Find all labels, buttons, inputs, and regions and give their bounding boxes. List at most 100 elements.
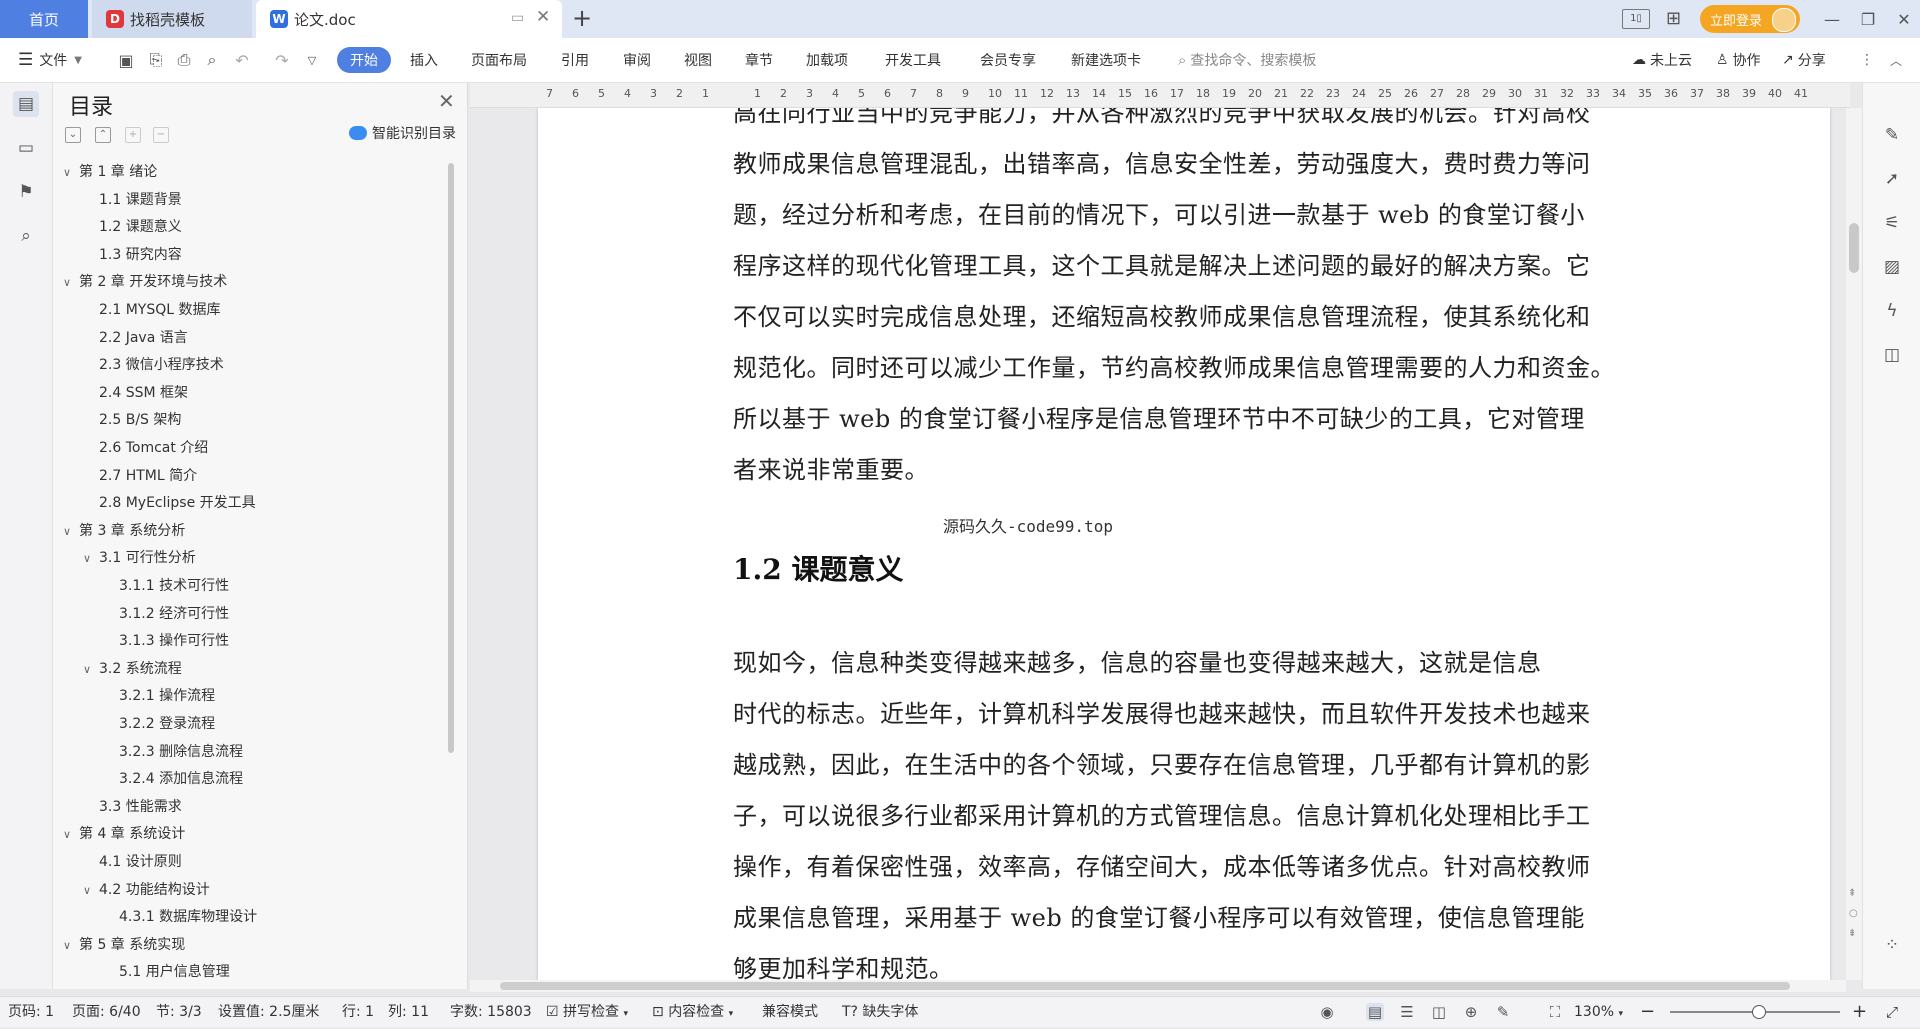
web-view-icon[interactable]: ⊕: [1462, 1003, 1480, 1021]
apps-grid-icon[interactable]: ⊞: [1666, 8, 1681, 29]
zoom-in-icon[interactable]: +: [1852, 997, 1867, 1027]
export-pdf-icon[interactable]: ⎘: [146, 50, 166, 70]
chevron-down-icon[interactable]: ∨: [63, 824, 79, 846]
toc-item[interactable]: ∨ 第 4 章 系统设计: [63, 823, 185, 845]
spell-check-button[interactable]: ☑ 拼写检查 ▾: [546, 997, 628, 1027]
horizontal-scrollbar[interactable]: [470, 980, 1846, 992]
find-icon[interactable]: ⌕: [13, 223, 39, 249]
zoom-slider-knob[interactable]: [1752, 1005, 1766, 1019]
image-tools-icon[interactable]: ▨: [1880, 255, 1904, 279]
toc-item[interactable]: 2.8 MyEclipse 开发工具: [99, 492, 256, 514]
toc-item[interactable]: 2.7 HTML 简介: [99, 465, 197, 487]
toc-item[interactable]: ∨ 3.2 系统流程: [83, 658, 182, 680]
redo-icon[interactable]: ↷: [272, 50, 292, 70]
cloud-status[interactable]: ☁ 未上云: [1632, 38, 1692, 82]
missing-font-button[interactable]: T? 缺失字体: [842, 997, 918, 1027]
smart-toc-button[interactable]: 智能识别目录: [349, 123, 456, 143]
print-icon[interactable]: ⎙: [174, 50, 194, 70]
chevron-down-icon[interactable]: ∨: [83, 659, 99, 681]
toc-item[interactable]: 1.3 研究内容: [99, 244, 182, 266]
toc-item[interactable]: 2.4 SSM 框架: [99, 382, 188, 404]
toc-item[interactable]: 3.2.1 操作流程: [119, 685, 215, 707]
more-icon[interactable]: ⋮: [1860, 38, 1874, 82]
content-check-button[interactable]: ⊡ 内容检查 ▾: [652, 997, 733, 1027]
eye-protection-icon[interactable]: ◉: [1318, 1003, 1336, 1021]
tab-member[interactable]: 会员专享: [980, 38, 1036, 82]
status-words[interactable]: 字数: 15803: [450, 997, 532, 1027]
reading-view-icon[interactable]: ◫: [1430, 1003, 1448, 1021]
compat-mode[interactable]: 兼容模式: [762, 997, 818, 1027]
tab-templates[interactable]: D 找稻壳模板: [92, 0, 252, 38]
collab-button[interactable]: ♙ 协作: [1716, 38, 1761, 82]
toc-item[interactable]: ∨ 第 2 章 开发环境与技术: [63, 271, 227, 293]
section-nav-icon[interactable]: ▭: [13, 135, 39, 161]
chevron-down-icon[interactable]: ∨: [63, 162, 79, 184]
new-tab-icon[interactable]: +: [572, 4, 592, 32]
close-icon[interactable]: ✕: [438, 89, 455, 113]
toc-item[interactable]: 3.2.4 添加信息流程: [119, 768, 243, 790]
write-mode-icon[interactable]: ✎: [1494, 1003, 1512, 1021]
chevron-down-icon[interactable]: ∨: [63, 935, 79, 957]
tab-view[interactable]: 视图: [684, 38, 712, 82]
page-view-icon[interactable]: ▤: [1366, 1003, 1384, 1021]
tab-page-layout[interactable]: 页面布局: [471, 38, 527, 82]
horizontal-ruler[interactable]: 7 6 5 4 3 2 1 1 2 3 4 5 6 7 8 9 10 11 12 13 14 15 16 17 18 19 20 21…: [470, 83, 1850, 108]
bookmark-icon[interactable]: ⚑: [13, 179, 39, 205]
fit-page-icon[interactable]: ⛶: [1546, 1003, 1564, 1021]
toc-item[interactable]: 4.3.1 数据库物理设计: [119, 906, 257, 928]
expand-all-icon[interactable]: ⌃: [95, 127, 111, 143]
settings-dots-icon[interactable]: ⁘: [1880, 933, 1904, 957]
collapse-ribbon-icon[interactable]: ︿: [1890, 38, 1902, 82]
toc-item[interactable]: 2.1 MYSQL 数据库: [99, 299, 221, 321]
status-page-num[interactable]: 页码: 1: [8, 997, 54, 1027]
toc-item[interactable]: 2.6 Tomcat 介绍: [99, 437, 208, 459]
zoom-level[interactable]: 130% ▾: [1574, 997, 1623, 1027]
tab-review[interactable]: 审阅: [623, 38, 651, 82]
chevron-down-icon[interactable]: ∨: [83, 880, 99, 902]
chevron-down-icon[interactable]: ∨: [63, 521, 79, 543]
toc-item[interactable]: 5.1 用户信息管理: [119, 961, 230, 983]
lightning-icon[interactable]: ϟ: [1880, 299, 1904, 323]
toc-item[interactable]: 4.1 设计原则: [99, 851, 182, 873]
login-button[interactable]: 立即登录: [1700, 5, 1800, 33]
toc-item[interactable]: 3.1.1 技术可行性: [119, 575, 229, 597]
scroll-down-page-icon[interactable]: ⇟: [1848, 928, 1856, 939]
window-mode-icon[interactable]: ▭: [511, 10, 524, 26]
adjust-icon[interactable]: ⚟: [1880, 211, 1904, 235]
toc-item[interactable]: 2.2 Java 语言: [99, 327, 188, 349]
print-preview-icon[interactable]: ⌕: [202, 50, 222, 70]
add-heading-icon[interactable]: +: [125, 127, 141, 143]
toc-item[interactable]: 3.3 性能需求: [99, 796, 182, 818]
layout-icon[interactable]: 1▯: [1622, 9, 1650, 29]
outline-view-icon[interactable]: ☰: [1398, 1003, 1416, 1021]
tab-chapter[interactable]: 章节: [745, 38, 773, 82]
toc-item[interactable]: 3.2.3 删除信息流程: [119, 741, 243, 763]
pen-icon[interactable]: ✎: [1880, 123, 1904, 147]
toc-item[interactable]: ∨ 第 1 章 绪论: [63, 161, 157, 183]
select-browse-icon[interactable]: ○: [1849, 908, 1858, 919]
file-menu[interactable]: ☰ 文件 ▼: [18, 38, 82, 82]
toc-item[interactable]: 3.1.3 操作可行性: [119, 630, 229, 652]
tab-home[interactable]: 首页: [0, 0, 88, 38]
toc-item[interactable]: ∨ 第 3 章 系统分析: [63, 520, 185, 542]
tab-start[interactable]: 开始: [337, 47, 391, 73]
chevron-down-icon[interactable]: ∨: [63, 272, 79, 294]
remove-heading-icon[interactable]: −: [153, 127, 169, 143]
book-icon[interactable]: ◫: [1880, 343, 1904, 367]
toc-item[interactable]: 3.1.2 经济可行性: [119, 603, 229, 625]
close-window-icon[interactable]: ✕: [1884, 0, 1920, 38]
toc-scrollbar[interactable]: [448, 163, 454, 753]
document-page[interactable]: 高在同行业当中的竞争能力，并从各种激烈的竞争中获取发展的机会。针对高校 教师成果信…: [538, 108, 1830, 980]
toc-item[interactable]: ∨ 3.1 可行性分析: [83, 547, 196, 569]
restore-icon[interactable]: ❐: [1848, 0, 1888, 38]
tab-document[interactable]: W 论文.doc ▭ ✕: [256, 0, 562, 38]
collapse-all-icon[interactable]: ⌄: [65, 127, 81, 143]
tab-addins[interactable]: 加载项: [806, 38, 848, 82]
tab-references[interactable]: 引用: [561, 38, 589, 82]
tab-developer[interactable]: 开发工具: [885, 38, 941, 82]
save-icon[interactable]: ▣: [116, 50, 136, 70]
minimize-icon[interactable]: —: [1812, 0, 1852, 38]
status-page[interactable]: 页面: 6/40: [72, 997, 141, 1027]
vertical-scrollbar[interactable]: ⇞ ○ ⇟: [1846, 108, 1862, 980]
toc-item[interactable]: 3.2.2 登录流程: [119, 713, 215, 735]
